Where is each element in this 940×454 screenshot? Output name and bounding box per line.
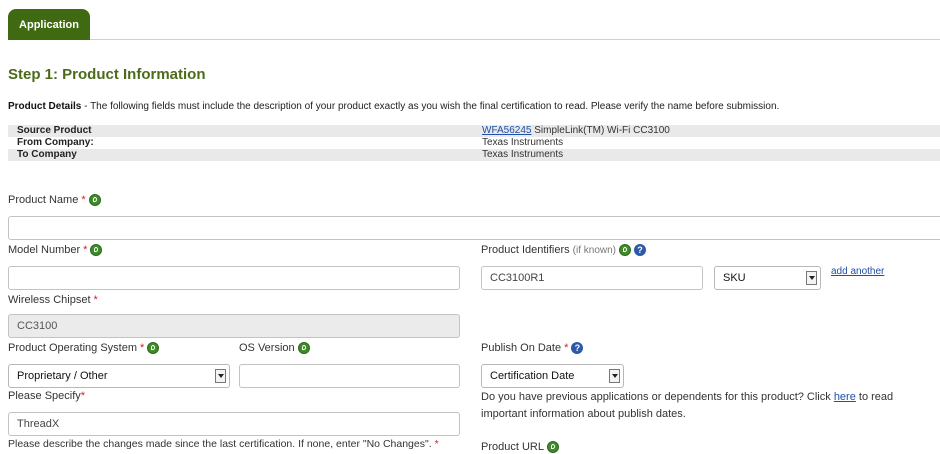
publish-on-date-label-text: Publish On Date	[481, 342, 562, 354]
info-value: Texas Instruments	[482, 137, 564, 148]
please-specify-input[interactable]: ThreadX	[8, 412, 460, 436]
question-icon[interactable]: ?	[571, 342, 584, 354]
wireless-chipset-input: CC3100	[8, 314, 460, 338]
if-known-note: (if known)	[572, 244, 617, 256]
info-row-from-company: From Company: Texas Instruments	[8, 137, 940, 149]
chevron-down-icon	[609, 369, 620, 383]
please-specify-label-text: Please Specify	[8, 390, 81, 402]
identifier-type-select[interactable]: SKU	[714, 266, 821, 290]
product-details-label: Product Details	[8, 101, 82, 112]
publish-on-date-label: Publish On Date *?	[481, 342, 584, 354]
chevron-down-icon	[215, 369, 226, 383]
product-os-label: Product Operating System *	[8, 342, 160, 354]
please-specify-label: Please Specify *	[8, 390, 85, 402]
wireless-chipset-label: Wireless Chipset *	[8, 294, 98, 306]
product-identifier-input[interactable]: CC3100R1	[481, 266, 703, 290]
os-version-label-text: OS Version	[239, 342, 295, 354]
publish-note-text: Do you have previous applications or dep…	[481, 391, 834, 403]
add-another-link[interactable]: add another	[831, 266, 884, 277]
required-marker: *	[83, 244, 88, 256]
publish-note-here-link[interactable]: here	[834, 391, 856, 403]
help-icon[interactable]	[88, 194, 101, 206]
publish-on-date-value: Certification Date	[490, 370, 575, 382]
source-info-table: Source Product WFA56245 SimpleLink(TM) W…	[8, 125, 940, 161]
required-marker: *	[434, 438, 439, 450]
info-key: From Company:	[17, 137, 94, 148]
product-os-label-text: Product Operating System	[8, 342, 138, 354]
product-identifiers-label: Product Identifiers (if known)?	[481, 244, 647, 256]
product-identifiers-label-text: Product Identifiers	[481, 244, 570, 256]
changes-label: Please describe the changes made since t…	[8, 438, 439, 450]
info-row-to-company: To Company Texas Instruments	[8, 149, 940, 161]
wireless-chipset-label-text: Wireless Chipset	[8, 294, 91, 306]
product-url-label: Product URL	[481, 441, 559, 453]
info-key: To Company	[17, 149, 77, 160]
help-icon[interactable]	[297, 342, 310, 354]
page-title: Step 1: Product Information	[8, 66, 206, 83]
tab-application[interactable]: Application	[8, 9, 90, 40]
source-product-link[interactable]: WFA56245	[482, 125, 531, 136]
os-version-input[interactable]	[239, 364, 460, 388]
changes-label-text: Please describe the changes made since t…	[8, 438, 432, 450]
required-marker: *	[81, 194, 86, 206]
product-details-text: - The following fields must include the …	[81, 101, 780, 112]
help-icon[interactable]	[90, 244, 103, 256]
product-name-label: Product Name *	[8, 194, 101, 206]
info-row-source-product: Source Product WFA56245 SimpleLink(TM) W…	[8, 125, 940, 137]
identifier-type-value: SKU	[723, 272, 746, 284]
required-marker: *	[140, 342, 145, 354]
question-icon[interactable]: ?	[634, 244, 647, 256]
product-name-input[interactable]	[8, 216, 940, 240]
info-key: Source Product	[17, 125, 92, 136]
source-product-name: SimpleLink(TM) Wi-Fi CC3100	[531, 125, 670, 136]
required-marker: *	[80, 390, 86, 402]
help-icon[interactable]	[619, 244, 632, 256]
publish-on-date-select[interactable]: Certification Date	[481, 364, 624, 388]
model-number-label: Model Number *	[8, 244, 103, 256]
tab-divider	[8, 39, 940, 40]
product-details-description: Product Details - The following fields m…	[8, 101, 779, 112]
tab-bar: Application	[0, 0, 940, 40]
help-icon[interactable]	[147, 342, 160, 354]
required-marker: *	[564, 342, 569, 354]
model-number-input[interactable]	[8, 266, 460, 290]
product-name-label-text: Product Name	[8, 194, 79, 206]
product-os-select[interactable]: Proprietary / Other	[8, 364, 230, 388]
product-os-value: Proprietary / Other	[17, 370, 108, 382]
required-marker: *	[93, 294, 98, 306]
info-value: Texas Instruments	[482, 149, 564, 160]
info-value: WFA56245 SimpleLink(TM) Wi-Fi CC3100	[482, 125, 670, 137]
model-number-label-text: Model Number	[8, 244, 81, 256]
product-url-label-text: Product URL	[481, 441, 544, 453]
os-version-label: OS Version	[239, 342, 310, 354]
help-icon[interactable]	[546, 441, 559, 453]
publish-date-note: Do you have previous applications or dep…	[481, 389, 921, 423]
chevron-down-icon	[806, 271, 817, 285]
